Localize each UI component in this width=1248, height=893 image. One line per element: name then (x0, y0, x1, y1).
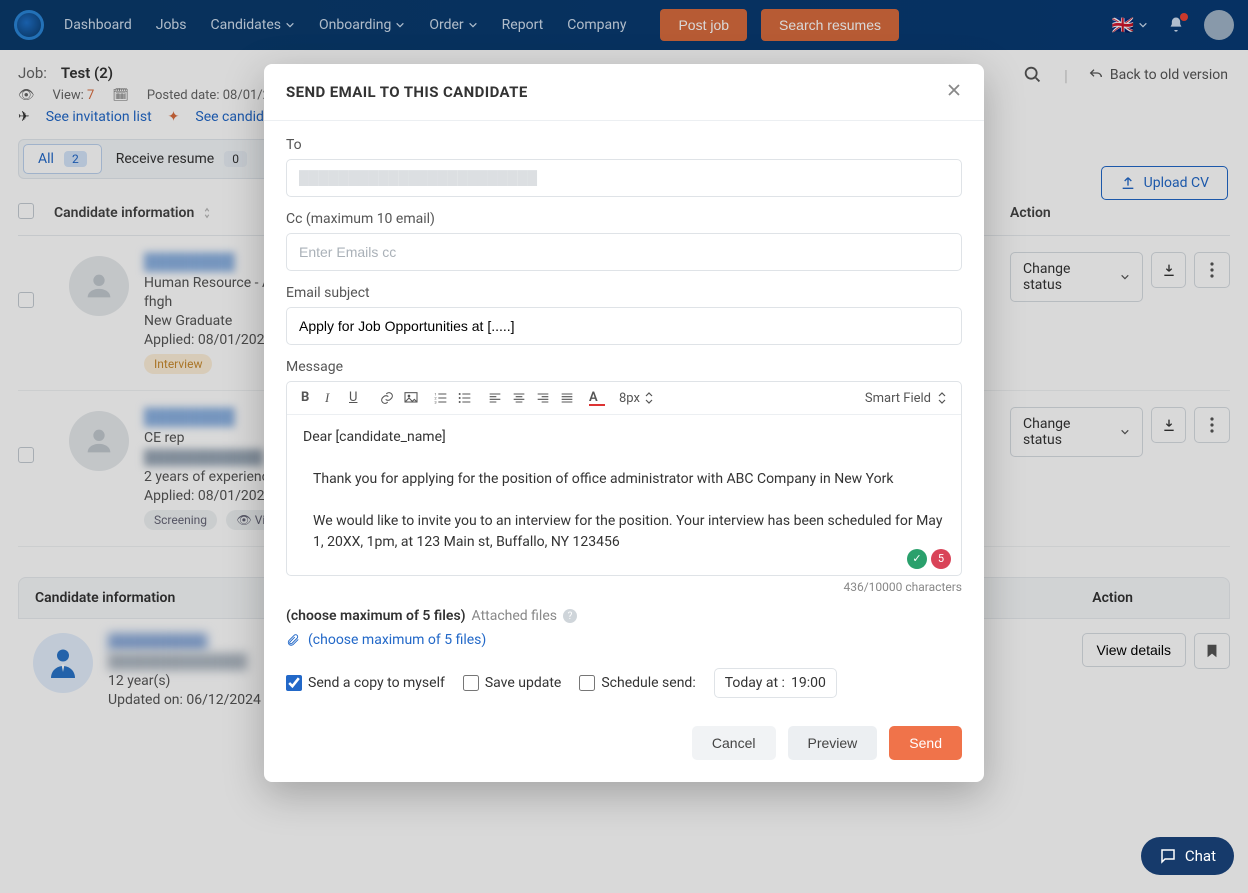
preview-button[interactable]: Preview (788, 726, 878, 760)
font-size-select[interactable]: 8px (619, 391, 654, 406)
stepper-icon (644, 392, 654, 404)
subject-input[interactable] (286, 307, 962, 345)
send-email-modal: SEND EMAIL TO THIS CANDIDATE To Cc (maxi… (264, 64, 984, 782)
cc-input[interactable] (286, 233, 962, 271)
svg-text:3: 3 (434, 399, 436, 404)
to-label: To (286, 137, 962, 153)
send-button[interactable]: Send (889, 726, 962, 760)
schedule-time-input[interactable]: Today at : 19:00 (714, 668, 837, 698)
close-icon (946, 82, 962, 98)
save-update-checkbox[interactable]: Save update (463, 675, 562, 691)
send-copy-checkbox[interactable]: Send a copy to myself (286, 675, 445, 691)
editor-toolbar: B I U 123 (287, 382, 961, 415)
align-center-icon[interactable] (511, 390, 527, 406)
stepper-icon (937, 392, 947, 404)
message-paragraph: We would like to invite you to an interv… (303, 511, 945, 553)
align-left-icon[interactable] (487, 390, 503, 406)
cancel-button[interactable]: Cancel (692, 726, 776, 760)
text-color-button[interactable]: A (589, 390, 605, 406)
attached-files-label: Attached files (472, 608, 557, 624)
italic-button[interactable]: I (325, 390, 341, 406)
underline-button[interactable]: U (349, 390, 365, 406)
cc-label: Cc (maximum 10 email) (286, 211, 962, 227)
schedule-send-checkbox[interactable]: Schedule send: (579, 675, 695, 691)
grammar-check-icon[interactable]: ✓ (907, 549, 927, 569)
align-right-icon[interactable] (535, 390, 551, 406)
attach-limit-label: (choose maximum of 5 files) (286, 608, 466, 624)
link-icon[interactable] (379, 390, 395, 406)
image-icon[interactable] (403, 390, 419, 406)
message-paragraph: Thank you for applying for the position … (303, 469, 945, 490)
bold-button[interactable]: B (301, 390, 317, 406)
char-counter: 436/10000 characters (286, 580, 962, 594)
chat-button[interactable]: Chat (1141, 837, 1234, 875)
message-greeting: Dear [candidate_name] (303, 427, 945, 448)
close-button[interactable] (946, 82, 962, 102)
paperclip-icon (286, 633, 300, 647)
attach-files-link[interactable]: (choose maximum of 5 files) (286, 632, 962, 648)
align-justify-icon[interactable] (559, 390, 575, 406)
modal-title: SEND EMAIL TO THIS CANDIDATE (286, 83, 528, 101)
to-input[interactable] (286, 159, 962, 197)
smart-field-select[interactable]: Smart Field (865, 391, 947, 406)
chat-icon (1159, 847, 1177, 865)
message-textarea[interactable]: Dear [candidate_name] Thank you for appl… (287, 415, 961, 575)
help-icon[interactable]: ? (563, 609, 577, 623)
message-paragraph: Please call me at XXX-XXX-XXX or email m… (303, 574, 945, 575)
message-label: Message (286, 359, 962, 375)
list-bullet-icon[interactable] (457, 390, 473, 406)
list-ordered-icon[interactable]: 123 (433, 390, 449, 406)
spell-error-count[interactable]: 5 (931, 549, 951, 569)
subject-label: Email subject (286, 285, 962, 301)
